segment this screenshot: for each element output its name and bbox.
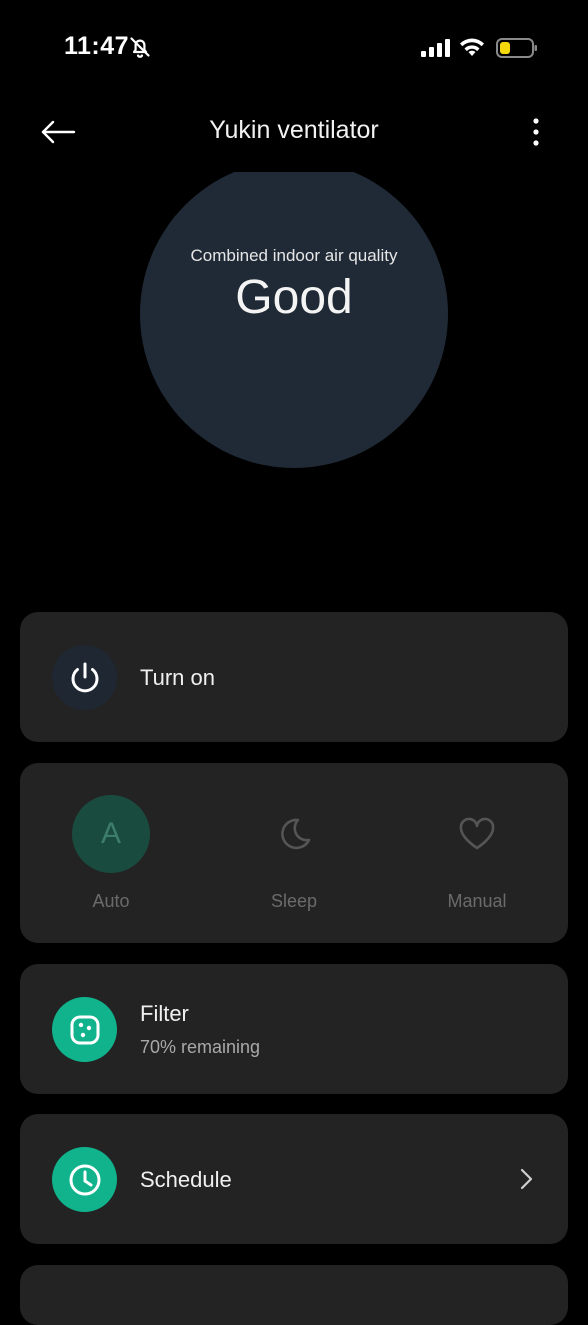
schedule-title: Schedule [140,1167,232,1192]
wifi-icon [460,38,484,56]
status-time: 11:47 [64,32,130,60]
mode-sleep[interactable]: Sleep [219,795,369,925]
signal-icon [421,39,450,57]
power-icon [71,662,98,692]
filter-icon [70,1015,99,1044]
next-card[interactable] [20,1265,568,1325]
power-card[interactable]: Turn on [20,612,568,742]
mode-manual-label: Manual [447,891,507,911]
chevron-right-icon [520,1168,533,1190]
moon-icon [255,795,333,873]
filter-status: 70% remaining [140,1037,261,1057]
page-title: Yukin ventilator [209,116,379,144]
heart-icon [438,795,516,873]
more-options-button[interactable] [516,110,556,154]
air-quality-label: Combined indoor air quality [190,246,398,265]
power-label: Turn on [140,665,216,690]
mode-auto-label: Auto [92,891,130,911]
air-quality-circle: Combined indoor air quality Good [140,172,448,468]
auto-letter: A [100,817,121,850]
mode-manual[interactable]: Manual [402,795,552,925]
status-bar: 11:47 [0,0,588,96]
app-header: Yukin ventilator [0,96,588,168]
battery-icon [496,38,537,58]
schedule-card[interactable]: Schedule [20,1114,568,1244]
auto-icon: A [72,795,150,873]
clock-icon-badge [52,1147,117,1212]
air-quality-display: Combined indoor air quality Good [0,172,588,492]
filter-title: Filter [140,1001,189,1026]
more-vertical-icon [533,118,539,146]
clock-icon [69,1164,100,1195]
filter-icon-badge [52,997,117,1062]
mode-sleep-label: Sleep [270,891,318,911]
air-quality-value: Good [235,271,353,324]
bell-off-icon [130,37,150,58]
mode-card: A Auto Sleep Manual [20,763,568,943]
mode-auto[interactable]: A Auto [36,795,186,925]
filter-card[interactable]: Filter 70% remaining [20,964,568,1094]
power-button[interactable] [52,645,117,710]
